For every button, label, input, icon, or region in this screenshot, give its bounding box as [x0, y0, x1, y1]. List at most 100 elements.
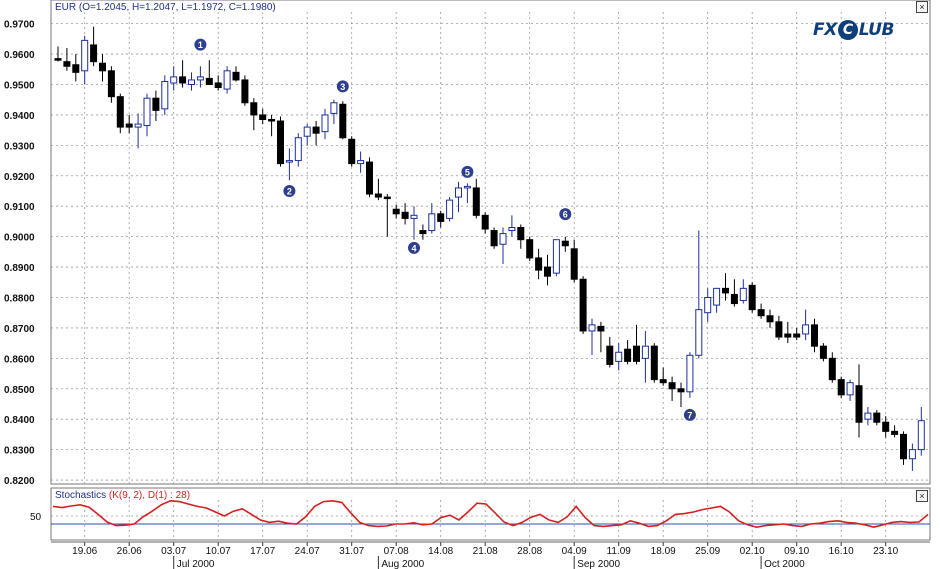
candle-body — [143, 97, 151, 127]
price-axis: 0.9700 0.9600 0.9500 0.9400 0.9300 0.9200 0.91… — [4, 20, 35, 487]
candle-body — [455, 187, 462, 198]
candle-body — [677, 388, 685, 393]
date-tick-label: 25.09 — [695, 546, 720, 557]
date-tick-label: 09.10 — [784, 546, 809, 557]
candle-body — [116, 96, 124, 128]
stochastics-close-button[interactable]: × — [916, 490, 928, 502]
candle — [223, 66, 231, 94]
price-tick-label: 0.9400 — [4, 111, 35, 122]
candle-body — [597, 325, 605, 332]
candle-body — [81, 39, 89, 72]
candle-body — [873, 412, 881, 423]
candle-body — [428, 213, 436, 232]
candle-body — [446, 199, 454, 219]
candle-body — [713, 287, 721, 306]
wave-marker: 4 — [408, 241, 420, 254]
date-tick-label: 18.09 — [651, 546, 676, 557]
candle-body — [811, 324, 818, 347]
fxclub-logo: FX C LUB — [813, 20, 894, 40]
price-tick-label: 0.9600 — [4, 50, 35, 61]
candle-body — [819, 345, 827, 359]
candle-body — [739, 287, 747, 302]
candle-body — [828, 357, 836, 381]
candle-body — [463, 185, 471, 189]
date-tick-label: 21.08 — [473, 546, 498, 557]
month-label: Aug 2000 — [381, 559, 424, 569]
candle — [579, 276, 587, 334]
candle-body — [223, 70, 231, 90]
candle-body — [339, 103, 347, 139]
candle-body — [366, 161, 373, 195]
candle-body — [401, 211, 409, 219]
date-tick-label: 26.06 — [117, 546, 142, 557]
wave-marker: 1 — [194, 38, 207, 51]
candle — [837, 376, 845, 398]
candle-body — [250, 102, 258, 116]
wave-marker: 3 — [336, 80, 349, 93]
candle-body — [526, 239, 534, 259]
price-tick-label: 0.8900 — [4, 263, 35, 274]
price-tick-label: 0.9200 — [4, 172, 35, 183]
candle-body — [535, 257, 543, 271]
candle-body — [214, 82, 222, 89]
stochastics-params: (K(9, 2), D(1) : 28) — [108, 490, 191, 501]
wave-marker: 5 — [461, 165, 474, 178]
time-axis: 19.06 26.06 03.07 10.07 17.07 24.07 31.07 07.08… — [51, 541, 930, 569]
candle-body — [561, 240, 569, 247]
month-label: Oct 2000 — [764, 559, 805, 569]
candle-body — [766, 315, 774, 323]
candle-body — [481, 214, 489, 230]
candle — [686, 352, 694, 398]
wave-marker-label: 1 — [198, 40, 203, 50]
symbol-label: EUR — [55, 2, 77, 13]
candle-body — [917, 420, 925, 451]
candle-body — [517, 227, 525, 241]
candle-body — [330, 102, 338, 114]
close-icon: × — [919, 491, 925, 501]
date-tick-label: 04.09 — [562, 546, 587, 557]
candle-body — [312, 126, 320, 134]
candle-body — [99, 62, 106, 72]
candle-body — [588, 324, 596, 332]
candle — [446, 197, 454, 222]
candle-body — [499, 233, 507, 245]
chart-canvas: 1234567 0.97000.96000.95000.94000.93000.… — [4, 0, 931, 569]
month-label: Jul 2000 — [177, 559, 215, 569]
candle-body — [855, 385, 863, 423]
candle-body — [606, 345, 614, 365]
date-tick-label: 19.06 — [72, 546, 97, 557]
candle-body — [775, 321, 783, 338]
candle-body — [232, 71, 240, 81]
candle-body — [90, 44, 98, 63]
candle-body — [125, 123, 133, 128]
price-tick-label: 0.8400 — [4, 415, 35, 426]
candle — [366, 157, 373, 198]
candle-body — [793, 333, 801, 338]
candle — [650, 343, 658, 383]
candle-body — [63, 61, 71, 67]
candle-body — [686, 354, 694, 393]
candle-body — [784, 333, 792, 338]
globe-icon: C — [837, 20, 858, 40]
price-tick-label: 0.9700 — [4, 20, 35, 31]
wave-marker: 6 — [559, 208, 572, 221]
candle-body — [170, 76, 178, 84]
candle-body — [419, 230, 427, 235]
candle-body — [659, 379, 667, 384]
candle-body — [615, 351, 623, 362]
candle — [748, 282, 756, 313]
wave-marker-label: 5 — [465, 167, 470, 177]
candle-body — [72, 64, 80, 73]
candle-body — [241, 79, 249, 104]
candle-body — [152, 97, 160, 111]
candle-body — [624, 348, 632, 362]
date-tick-label: 11.09 — [607, 546, 632, 557]
candle-body — [392, 208, 400, 215]
candle-body — [633, 345, 640, 362]
candle-body — [570, 248, 578, 280]
candle-body — [410, 214, 418, 219]
candle-body — [837, 379, 845, 396]
wave-marker-label: 7 — [687, 410, 692, 420]
date-tick-label: 24.07 — [295, 546, 320, 557]
main-close-button[interactable]: × — [916, 1, 928, 13]
